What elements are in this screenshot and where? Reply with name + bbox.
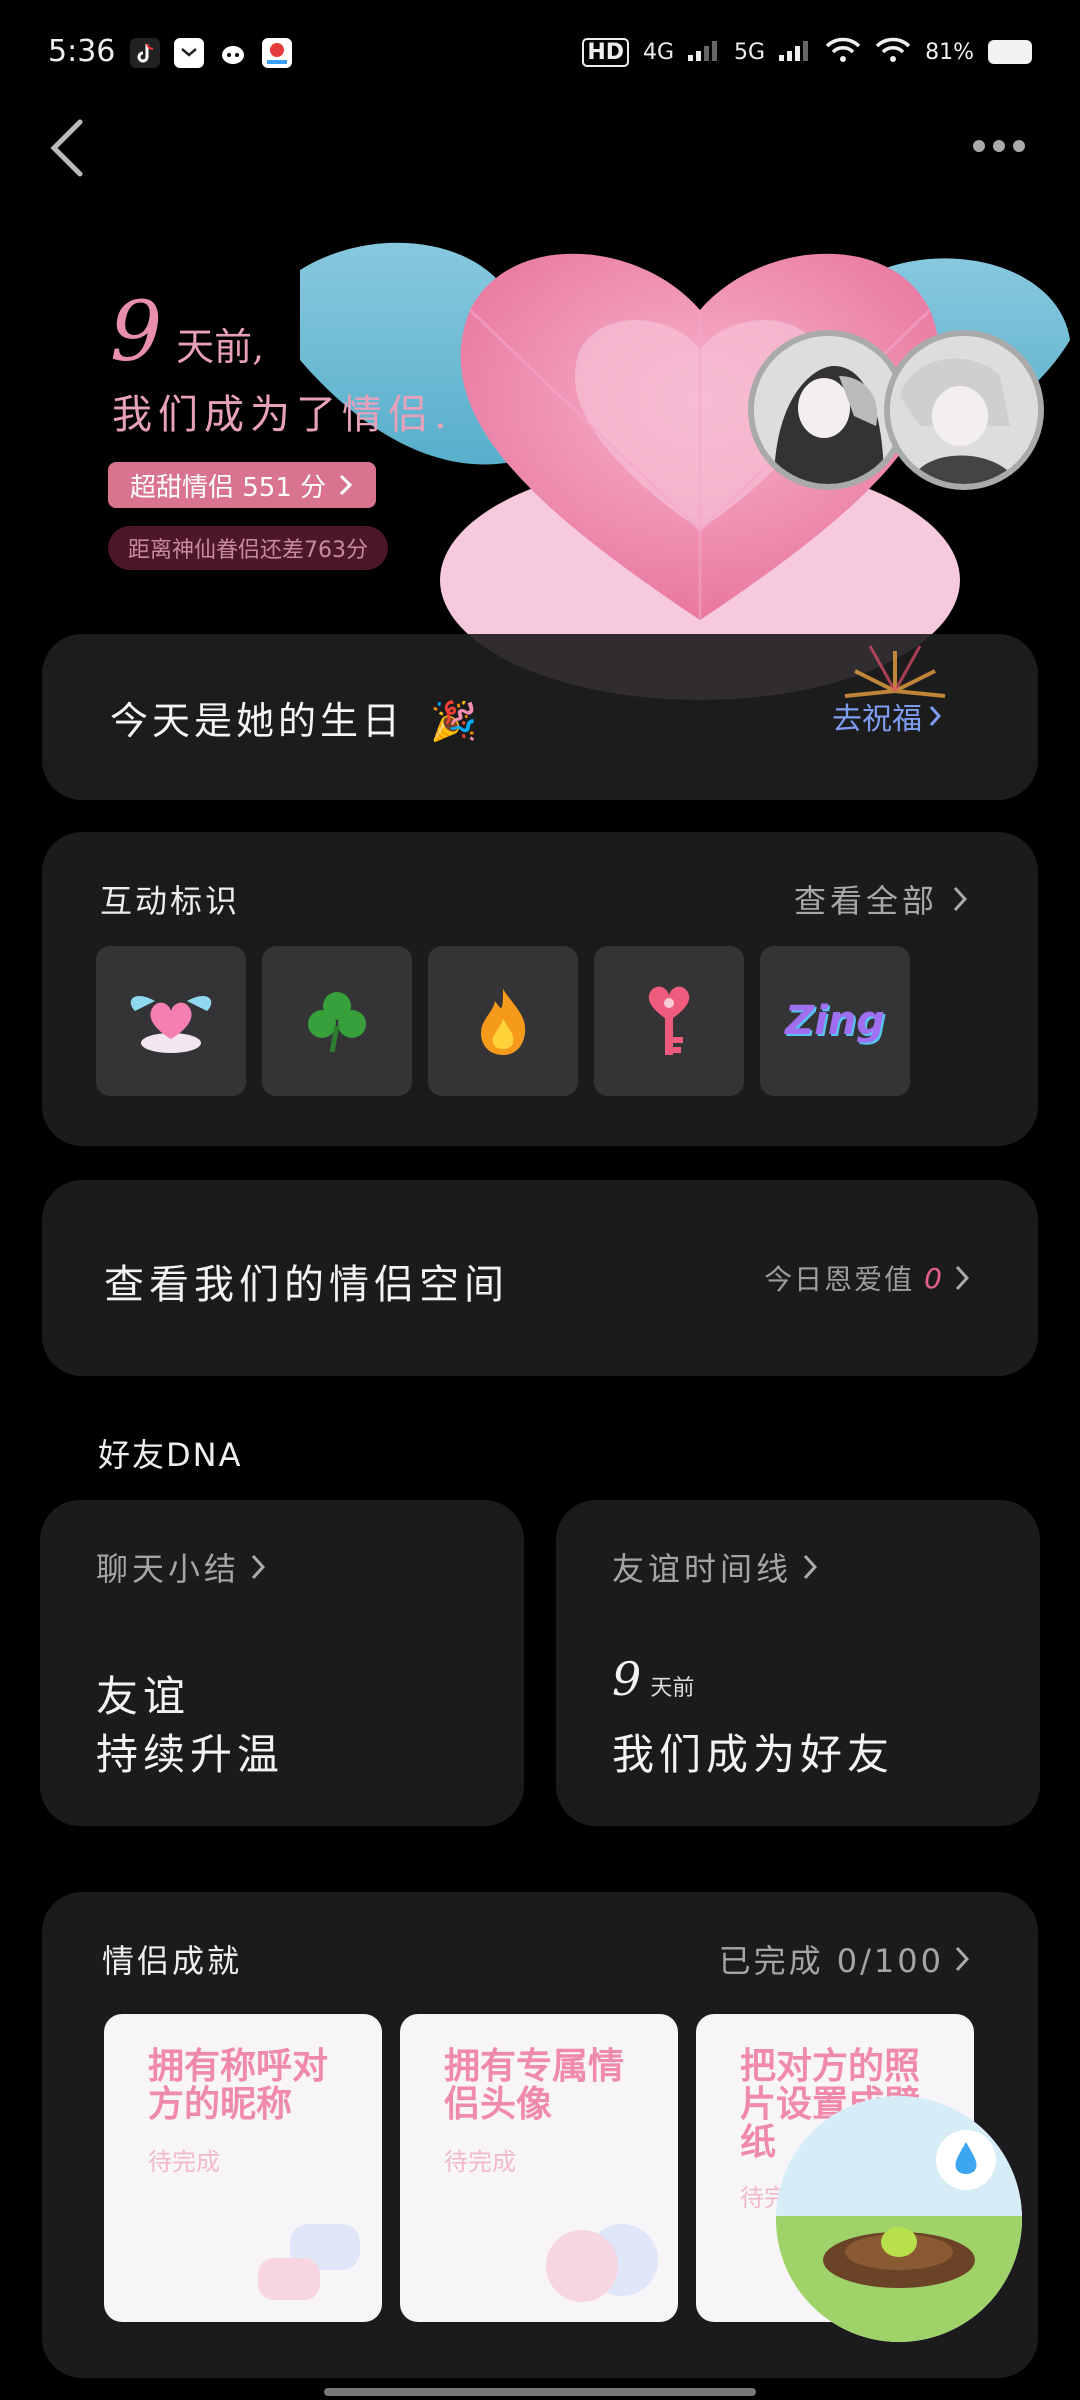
network-4g: 4G: [643, 39, 675, 65]
couple-space-title: 查看我们的情侣空间: [104, 1262, 509, 1308]
became-couple-text: 我们成为了情侣.: [112, 392, 453, 438]
achievement-tile[interactable]: 拥有专属情侣头像 待完成: [400, 2014, 678, 2322]
avatar-anime-couple-icon: [890, 336, 1038, 484]
achievements-progress[interactable]: 已完成 0/100: [719, 1936, 970, 1982]
chevron-right-icon: [340, 474, 353, 496]
signal-icon: [779, 39, 811, 65]
friend-dna-title: 好友DNA: [98, 1436, 243, 1474]
birthday-message: 今天是她的生日 🎉: [110, 699, 482, 743]
achievements-title: 情侣成就: [102, 1942, 243, 1980]
zing-icon[interactable]: Zing: [760, 946, 910, 1096]
chat-bubbles-icon: [258, 2224, 360, 2300]
mail-icon: [174, 38, 204, 68]
tag-tile[interactable]: [96, 946, 246, 1096]
days-number: 9: [110, 285, 163, 380]
score-label: 超甜情侣 551 分: [130, 472, 327, 503]
battery-percent: 81%: [925, 39, 974, 65]
days-unit: 天前,: [176, 325, 265, 369]
chevron-right-icon: [955, 1265, 970, 1291]
network-5g: 5G: [734, 39, 766, 65]
avatar[interactable]: [884, 330, 1044, 490]
fire-icon: [481, 989, 526, 1055]
chevron-right-icon: [929, 706, 942, 726]
chevron-right-icon: [803, 1554, 818, 1580]
chat-summary-text: 友谊 持续升温: [96, 1672, 285, 1779]
heart-key-icon: [648, 986, 690, 1055]
sprout-game-button[interactable]: [776, 2096, 1022, 2342]
couple-days: 9 天前,: [110, 285, 264, 380]
status-time: 5:36: [48, 34, 116, 69]
timeline-text: 我们成为好友: [612, 1730, 895, 1779]
achievement-status: 待完成: [444, 2148, 516, 2176]
timeline-days: 9 天前: [612, 1652, 695, 1706]
achievement-title: 拥有称呼对方的昵称: [148, 2046, 329, 2125]
more-button[interactable]: [956, 118, 1042, 174]
heart-wings-icon: [130, 995, 212, 1053]
chat-summary-head: 聊天小结: [96, 1544, 266, 1590]
love-value-number: 0: [924, 1261, 944, 1295]
tag-tile[interactable]: [594, 946, 744, 1096]
timeline-head: 友谊时间线: [612, 1544, 818, 1590]
bless-link[interactable]: 去祝福: [832, 694, 942, 738]
friendship-timeline-card[interactable]: 友谊时间线 9 天前 我们成为好友: [556, 1500, 1040, 1826]
tag-tile[interactable]: [428, 946, 578, 1096]
love-value[interactable]: 今日恩爱值 0: [764, 1258, 970, 1298]
party-popper-icon: 🎉: [430, 699, 482, 743]
sprout-nest-icon: [776, 2096, 1022, 2342]
tiktok-icon: [130, 38, 160, 68]
avatar-anime-couple-icon: [754, 336, 902, 484]
cat-app-icon: [218, 38, 248, 68]
see-all-link[interactable]: 查看全部: [794, 876, 968, 922]
score-gap-text: 距离神仙眷侣还差763分: [108, 526, 388, 570]
chat-summary-card[interactable]: 聊天小结 友谊 持续升温: [40, 1500, 524, 1826]
couple-avatar-icon: [546, 2224, 658, 2302]
wifi-icon: [825, 37, 861, 67]
chevron-right-icon: [953, 886, 968, 912]
couple-score-badge[interactable]: 超甜情侣 551 分: [108, 462, 377, 508]
status-bar: 5:36 HD 4G 5G 81%: [0, 0, 1080, 110]
chevron-right-icon: [955, 1946, 970, 1972]
status-indicators: HD 4G 5G 81%: [582, 30, 1032, 74]
tag-tile[interactable]: [262, 946, 412, 1096]
clover-icon: [308, 992, 366, 1053]
interaction-tags-title: 互动标识: [100, 882, 241, 920]
home-indicator[interactable]: [324, 2388, 756, 2396]
hd-icon: HD: [582, 37, 629, 67]
chevron-left-icon: [50, 119, 83, 177]
battery-icon: [988, 40, 1032, 64]
wifi-icon: [875, 37, 911, 67]
signal-icon: [688, 39, 720, 65]
more-dots-icon: [973, 140, 985, 152]
back-button[interactable]: [42, 108, 94, 188]
achievement-tile[interactable]: 拥有称呼对方的昵称 待完成: [104, 2014, 382, 2322]
achievement-title: 拥有专属情侣头像: [444, 2046, 625, 2125]
achievement-status: 待完成: [148, 2148, 220, 2176]
chevron-right-icon: [251, 1554, 266, 1580]
map-app-icon: [262, 38, 292, 68]
